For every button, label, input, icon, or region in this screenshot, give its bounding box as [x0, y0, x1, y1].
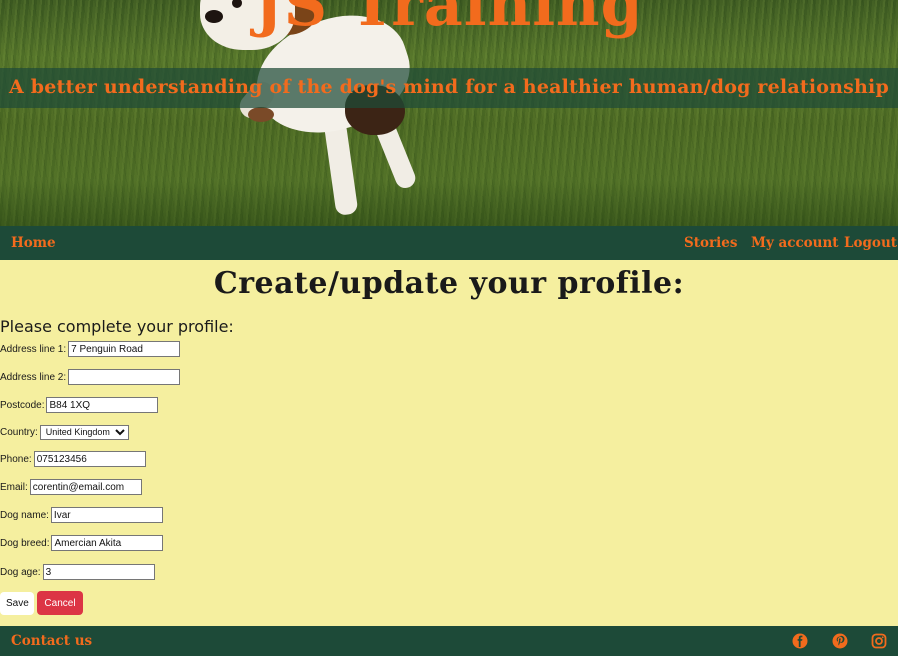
postcode-row: Postcode: — [0, 395, 159, 415]
page-title: Create/update your profile: — [213, 266, 685, 301]
main-nav: Home Stories My account Logout — [0, 226, 898, 260]
dog-breed-input[interactable] — [51, 535, 164, 551]
facebook-icon[interactable] — [792, 633, 808, 649]
tagline: A better understanding of the dog's mind… — [9, 76, 889, 98]
address-line-2-label: Address line 2: — [0, 371, 67, 383]
instagram-icon[interactable] — [871, 633, 887, 649]
dog-age-row: Dog age: — [0, 562, 155, 582]
nav-home-link[interactable]: Home — [11, 235, 56, 251]
phone-row: Phone: — [0, 449, 146, 469]
email-row: Email: — [0, 477, 142, 497]
footer: Contact us — [0, 626, 898, 656]
address-line-2-row: Address line 2: — [0, 367, 181, 387]
email-input[interactable] — [29, 479, 142, 495]
postcode-label: Postcode: — [0, 399, 45, 411]
contact-us-link[interactable]: Contact us — [11, 633, 92, 649]
dog-name-input[interactable] — [50, 507, 163, 523]
nav-logout-link[interactable]: Logout — [844, 235, 897, 251]
dog-breed-label: Dog breed: — [0, 537, 50, 549]
postcode-input[interactable] — [46, 397, 159, 413]
form-heading: Please complete your profile: — [0, 317, 234, 336]
dog-age-input[interactable] — [42, 564, 155, 580]
dog-name-row: Dog name: — [0, 505, 163, 525]
country-select[interactable]: United Kingdom — [39, 424, 129, 440]
phone-input[interactable] — [33, 451, 146, 467]
save-button[interactable]: Save — [0, 592, 34, 615]
phone-label: Phone: — [0, 453, 32, 465]
page: JS Training A better understanding of th… — [0, 0, 898, 656]
pinterest-icon[interactable] — [832, 633, 848, 649]
dog-breed-row: Dog breed: — [0, 533, 164, 553]
cancel-button[interactable]: Cancel — [37, 591, 83, 615]
dog-name-label: Dog name: — [0, 509, 49, 521]
nav-stories-link[interactable]: Stories — [684, 235, 737, 251]
address-line-1-row: Address line 1: — [0, 339, 181, 359]
country-label: Country: — [0, 426, 38, 438]
address-line-1-label: Address line 1: — [0, 343, 67, 355]
nav-my-account-link[interactable]: My account — [751, 235, 839, 251]
country-row: Country: United Kingdom — [0, 422, 129, 442]
address-line-2-input[interactable] — [68, 369, 181, 385]
dog-age-label: Dog age: — [0, 566, 41, 578]
brand-title: JS Training — [254, 0, 644, 40]
address-line-1-input[interactable] — [68, 341, 181, 357]
hero-banner: JS Training A better understanding of th… — [0, 0, 898, 226]
email-label: Email: — [0, 481, 28, 493]
